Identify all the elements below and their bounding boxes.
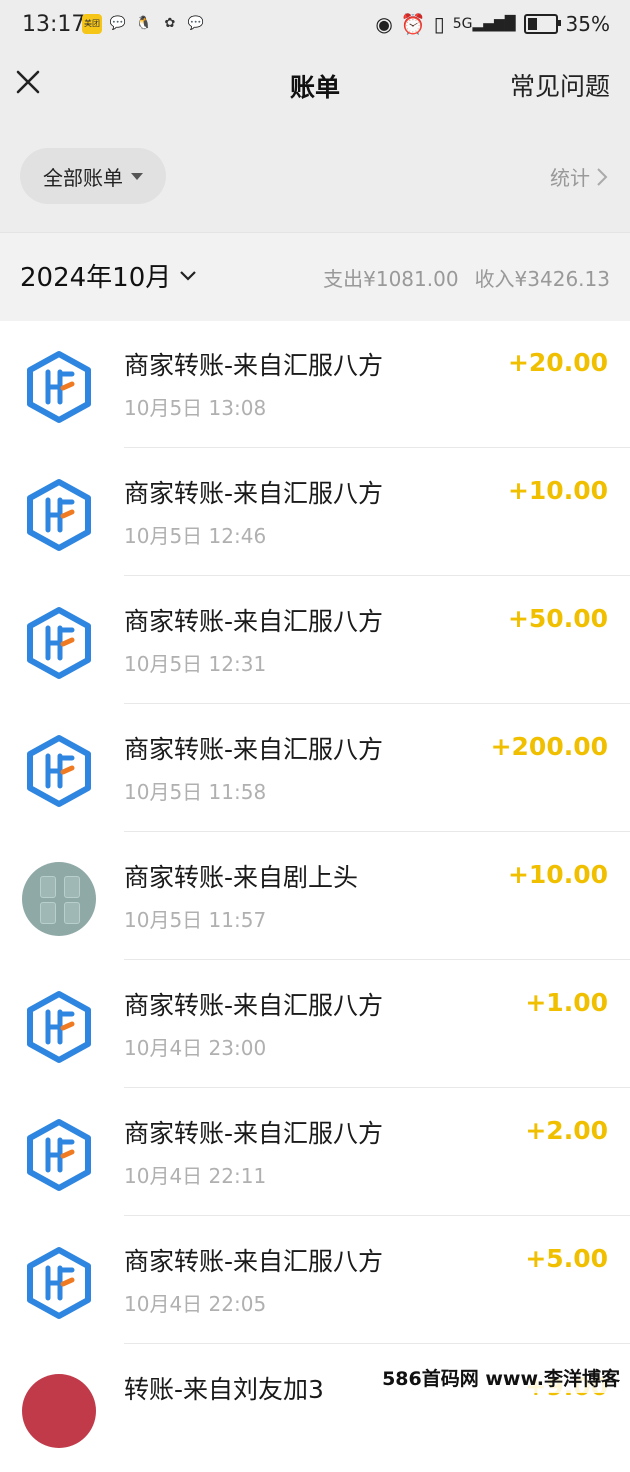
transaction-title: 转账-来自刘友加3 — [124, 1375, 324, 1404]
hf-logo-icon — [27, 1119, 91, 1191]
alarm-icon: ⏰ — [400, 12, 426, 36]
vibrate-icon: ▯ — [433, 12, 445, 36]
transaction-title: 商家转账-来自汇服八方 — [124, 1119, 384, 1148]
transaction-title: 商家转账-来自汇服八方 — [124, 1247, 384, 1276]
chevron-right-icon — [597, 167, 608, 186]
transaction-row[interactable]: 商家转账-来自汇服八方 10月4日 22:11 +2.00 — [0, 1088, 630, 1216]
hf-logo-icon — [27, 991, 91, 1063]
month-selector[interactable]: 2024年10月 — [20, 257, 197, 294]
transaction-amount: +50.00 — [507, 604, 608, 633]
wechat-icon: 💬 — [187, 16, 205, 31]
notification-icons: 美团 💬 🐧 ✿ 💬 — [82, 14, 206, 34]
transaction-title: 商家转账-来自汇服八方 — [124, 607, 384, 636]
transaction-row[interactable]: 商家转账-来自汇服八方 10月5日 11:58 +200.00 — [0, 704, 630, 832]
month-label: 2024年10月 — [20, 263, 172, 293]
stats-label: 统计 — [550, 166, 590, 190]
hf-logo-icon — [27, 735, 91, 807]
transaction-row[interactable]: 商家转账-来自汇服八方 10月4日 23:00 +1.00 — [0, 960, 630, 1088]
status-bar: 13:17 美团 💬 🐧 ✿ 💬 ◉ ⏰ ▯ 5G▂▄▆█ 35% — [0, 0, 630, 52]
transaction-title: 商家转账-来自汇服八方 — [124, 735, 384, 764]
transaction-time: 10月5日 11:58 — [124, 780, 267, 804]
hf-logo-icon — [27, 479, 91, 551]
avatar — [22, 1374, 96, 1448]
month-header: 2024年10月 支出¥1081.00 收入¥3426.13 — [0, 232, 630, 321]
eye-icon: ◉ — [375, 12, 393, 36]
hf-logo-icon — [27, 1247, 91, 1319]
transaction-time: 10月5日 12:31 — [124, 652, 267, 676]
caret-down-icon — [131, 172, 143, 180]
chevron-down-icon — [180, 270, 197, 281]
battery-percent: 35% — [565, 12, 610, 36]
nav-bar: 账单 常见问题 — [0, 52, 630, 122]
all-bills-label: 全部账单 — [43, 165, 123, 190]
transaction-time: 10月4日 22:11 — [124, 1164, 267, 1188]
battery-icon — [523, 14, 561, 34]
expense-total: 支出¥1081.00 — [323, 267, 459, 291]
transaction-time: 10月4日 23:00 — [124, 1036, 267, 1060]
all-bills-filter-button[interactable]: 全部账单 — [20, 148, 166, 204]
transaction-row[interactable]: 商家转账-来自剧上头 10月5日 11:57 +10.00 — [0, 832, 630, 960]
hf-logo-icon — [27, 351, 91, 423]
transaction-amount: +10.00 — [507, 860, 608, 889]
qq-icon: 🐧 — [135, 16, 153, 31]
meituan-icon: 美团 — [82, 14, 102, 34]
wechat-icon: 💬 — [109, 16, 127, 31]
transaction-list: 商家转账-来自汇服八方 10月5日 13:08 +20.00 商家转账-来自汇服八方 1… — [0, 320, 630, 1472]
transaction-time: 10月5日 13:08 — [124, 396, 267, 420]
transaction-title: 商家转账-来自汇服八方 — [124, 351, 384, 380]
hf-logo-icon — [27, 607, 91, 679]
watermark: 586首码网 www.李洋博客 — [376, 1362, 626, 1393]
transaction-row[interactable]: 商家转账-来自汇服八方 10月5日 13:08 +20.00 — [0, 320, 630, 448]
transaction-amount: +2.00 — [525, 1116, 608, 1145]
transaction-amount: +200.00 — [490, 732, 608, 761]
faq-link[interactable]: 常见问题 — [510, 67, 610, 103]
system-status: ◉ ⏰ ▯ 5G▂▄▆█ 35% — [375, 12, 610, 36]
transaction-time: 10月4日 22:05 — [124, 1292, 267, 1316]
signal-icon: 5G▂▄▆█ — [452, 16, 516, 32]
stats-link[interactable]: 统计 — [550, 162, 608, 191]
transaction-amount: +5.00 — [525, 1244, 608, 1273]
transaction-row[interactable]: 商家转账-来自汇服八方 10月4日 22:05 +5.00 — [0, 1216, 630, 1344]
pinwheel-icon: ✿ — [164, 16, 176, 31]
transaction-title: 商家转账-来自汇服八方 — [124, 479, 384, 508]
filter-bar: 全部账单 统计 — [0, 122, 630, 232]
income-total: 收入¥3426.13 — [474, 267, 610, 291]
transaction-row[interactable]: 商家转账-来自汇服八方 10月5日 12:46 +10.00 — [0, 448, 630, 576]
month-summary: 支出¥1081.00 收入¥3426.13 — [323, 263, 610, 292]
transaction-title: 商家转账-来自剧上头 — [124, 863, 359, 892]
transaction-amount: +1.00 — [525, 988, 608, 1017]
transaction-amount: +10.00 — [507, 476, 608, 505]
merchant-avatar — [22, 862, 96, 936]
status-time: 13:17 — [22, 12, 86, 37]
transaction-title: 商家转账-来自汇服八方 — [124, 991, 384, 1020]
transaction-amount: +20.00 — [507, 348, 608, 377]
transaction-time: 10月5日 11:57 — [124, 908, 267, 932]
transaction-row[interactable]: 商家转账-来自汇服八方 10月5日 12:31 +50.00 — [0, 576, 630, 704]
transaction-time: 10月5日 12:46 — [124, 524, 267, 548]
